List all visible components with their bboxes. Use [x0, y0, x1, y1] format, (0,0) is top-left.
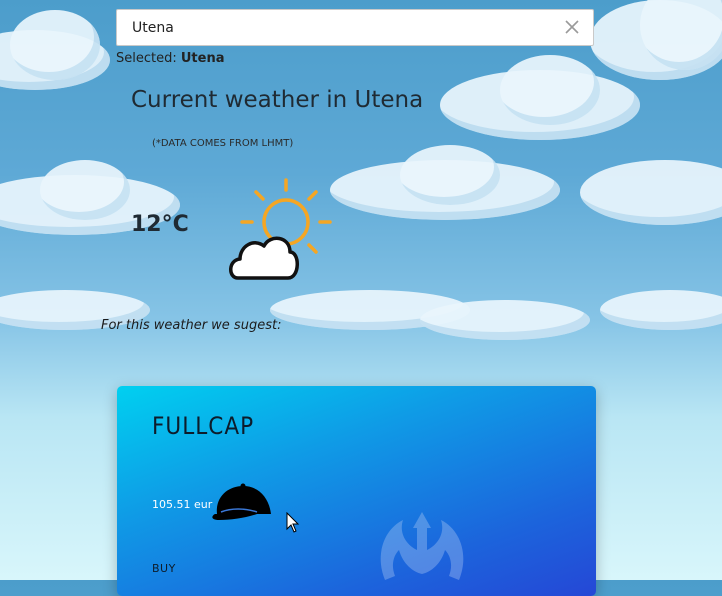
buy-button[interactable]: BUY	[152, 562, 176, 575]
data-source-note: (*DATA COMES FROM LHMT)	[152, 138, 294, 149]
close-icon[interactable]	[563, 18, 581, 36]
search-value: Utena	[132, 20, 174, 36]
selected-prefix: Selected:	[116, 51, 177, 66]
city-search-input[interactable]: Utena	[116, 9, 594, 46]
temperature: 12°C	[131, 212, 189, 237]
selected-city: Selected: Utena	[116, 51, 225, 66]
product-card[interactable]: FULLCAP 105.51 eur BUY	[117, 386, 596, 596]
partly-cloudy-icon	[229, 178, 332, 280]
mouse-cursor-icon	[286, 512, 300, 533]
weather-title: Current weather in Utena	[131, 87, 424, 113]
suggestion-label: For this weather we sugest:	[101, 318, 282, 333]
selected-city-name: Utena	[180, 51, 225, 66]
product-price: 105.51 eur	[152, 498, 213, 511]
cap-icon	[212, 483, 271, 520]
rebel-alliance-icon	[380, 512, 464, 580]
product-name: FULLCAP	[152, 412, 255, 440]
